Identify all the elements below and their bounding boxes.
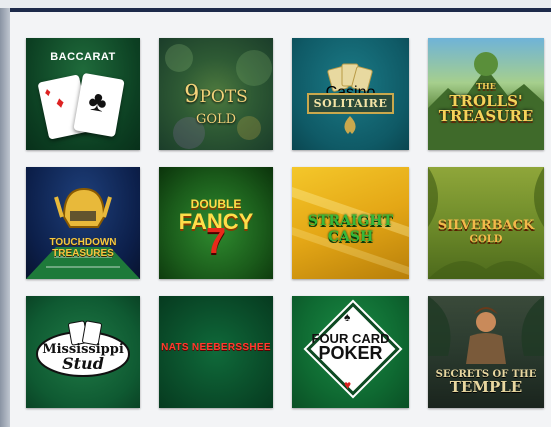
game-tile-straight-cash[interactable]: STRAIGHT CASH <box>292 167 409 279</box>
game-title: Stud <box>62 354 104 373</box>
game-tile-four-card-poker[interactable]: ♠ ♥ FOUR CARD POKER <box>292 296 409 408</box>
game-tile-secrets-of-the-temple[interactable]: SECRETS OF THE TEMPLE <box>428 296 544 408</box>
game-tile-touchdown-treasures[interactable]: TOUCHDOWN TREASURES <box>26 167 140 279</box>
game-title-sub: GOLD <box>195 112 237 127</box>
game-tile-trolls-treasure[interactable]: THE TROLLS' TREASURE <box>428 38 544 150</box>
game-tile-double-fancy-7s[interactable]: DOUBLE FANCY 7 <box>159 167 273 279</box>
football-helmet-icon <box>26 187 140 279</box>
game-title: GOLD <box>469 234 503 245</box>
game-tile-mississippi-stud[interactable]: Mississippi Stud <box>26 296 140 408</box>
game-title: NATS NEEBERSSHEE <box>161 342 271 353</box>
game-tile-nine-pots-of-gold[interactable]: 9POTS GOLD <box>159 38 273 150</box>
game-tile-baccarat[interactable]: BACCARAT ♦ ♦ ♣ <box>26 38 140 150</box>
top-bar <box>0 0 551 8</box>
game-title-prefix: THE <box>476 81 496 91</box>
game-title: STRAIGHT CASH <box>307 213 394 245</box>
game-tile-casino-solitaire[interactable]: Casino SOLITAIRE <box>292 38 409 150</box>
game-grid: BACCARAT ♦ ♦ ♣ 9POTS GOLD SOLITAIRE THE … <box>26 38 544 408</box>
game-title: POTS <box>199 87 248 107</box>
game-tile-nats[interactable]: NATS NEEBERSSHEE <box>159 296 273 408</box>
playing-card-icon: ♣ <box>73 72 125 138</box>
game-title-number: 9 <box>184 80 200 108</box>
game-title: TEMPLE <box>449 378 523 396</box>
game-title: TOUCHDOWN <box>49 237 117 248</box>
game-title: BACCARAT <box>50 51 116 63</box>
heart-icon: ♥ <box>344 378 352 392</box>
game-title: POKER <box>318 343 383 363</box>
game-title: TREASURE <box>438 107 534 125</box>
game-tile-silverback-gold[interactable]: SILVERBACK GOLD <box>428 167 544 279</box>
game-title: TREASURES <box>52 248 114 259</box>
game-title: SOLITAIRE <box>306 93 395 114</box>
spade-icon: ♠ <box>344 310 351 324</box>
seven-symbol-icon: 7 <box>205 220 227 261</box>
game-title: SILVERBACK <box>437 218 535 233</box>
